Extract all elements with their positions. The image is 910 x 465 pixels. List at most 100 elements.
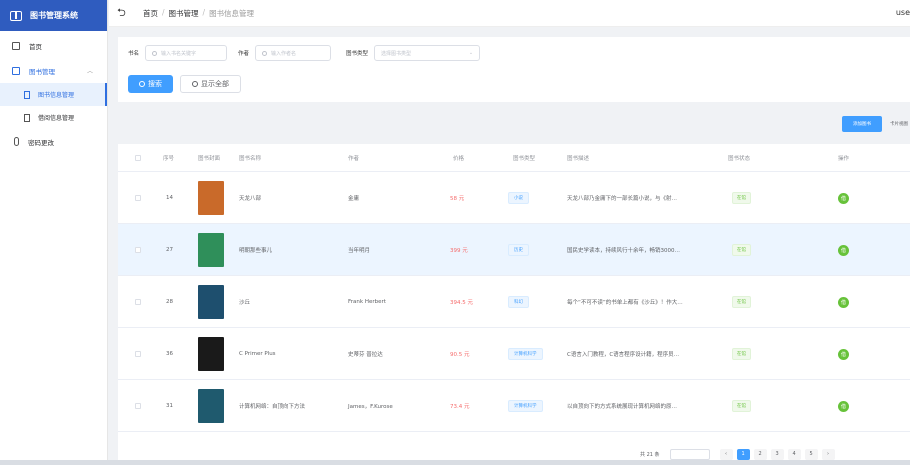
page-size-select[interactable] (669, 448, 710, 460)
col-cover: 图书封面 (198, 156, 221, 162)
table-row[interactable]: 28 沙丘 Frank Herbert 394.5 元 科幻 每个“不可不读”的书单上都有… (118, 276, 910, 328)
cell-name: 天龙八部 (239, 196, 262, 202)
prev-page-button[interactable]: ‹ (719, 448, 733, 460)
pagination-total: 共 21 条 (640, 451, 660, 458)
search-panel: 书名 输入书名关键字 作者 输入作者名 图书类型 选择图书类型 ⌄ 搜索 显示全… (118, 37, 910, 102)
sidebar-item-home[interactable]: 首页 (0, 33, 107, 58)
next-page-button[interactable]: › (821, 448, 835, 460)
cell-name: 沙丘 (239, 300, 251, 306)
author-input[interactable]: 输入作者名 (255, 45, 332, 61)
card-view-button[interactable]: 卡片视图 (886, 116, 910, 132)
cell-status: 在馆 (732, 348, 751, 360)
col-desc: 图书描述 (567, 156, 590, 162)
row-checkbox[interactable] (135, 195, 141, 201)
sidebar-item-password[interactable]: 密码更改 (0, 129, 107, 154)
row-checkbox[interactable] (135, 403, 141, 409)
table-row[interactable]: 31 计算机网络：自顶向下方法 James，F.Kurose 73.4 元 计算机科学 以… (118, 380, 910, 432)
book-name-field: 书名 输入书名关键字 (128, 45, 228, 61)
cell-author: James，F.Kurose (348, 404, 393, 410)
cell-author: 当年明月 (348, 248, 371, 254)
table-row[interactable]: 14 天龙八部 金庸 58 元 小说 天龙八部乃金庸下的一部长篇小说，与《射… 在馆 借 (118, 172, 910, 224)
grid-icon (12, 41, 20, 50)
sidebar-item-book-info[interactable]: 图书信息管理 (0, 83, 107, 106)
cell-name: 明朝那些事儿 (239, 248, 273, 254)
col-id: 序号 (163, 156, 175, 162)
search-button[interactable]: 搜索 (128, 75, 173, 93)
page-5[interactable]: 5 (804, 448, 818, 460)
cell-name: 计算机网络：自顶向下方法 (239, 404, 306, 410)
cell-price: 399 元 (450, 248, 468, 254)
search-icon (192, 81, 198, 87)
borrow-button[interactable]: 借 (838, 296, 849, 308)
table-row[interactable]: 27 明朝那些事儿 当年明月 399 元 历史 国民史学读本，持续风行十余年，畅销3000… (118, 224, 910, 276)
cell-id: 31 (166, 403, 173, 409)
document-icon (24, 90, 30, 99)
cell-id: 36 (166, 351, 173, 357)
book-type-select[interactable]: 选择图书类型 ⌄ (374, 45, 481, 61)
cell-desc: 以自顶向下的方式系统展现计算机网络的原… (567, 404, 678, 410)
breadcrumb: 首页 / 图书管理 / 图书信息管理 (143, 7, 255, 19)
edit-icon (262, 50, 268, 56)
cell-author: 金庸 (348, 196, 360, 202)
table-row[interactable]: 36 C Primer Plus 史蒂芬 普拉达 90.5 元 计算机科学 C语言入门教程… (118, 328, 910, 380)
app-brand: 图书管理系统 (0, 0, 107, 31)
page-3[interactable]: 3 (770, 448, 784, 460)
sidebar-item-book-management[interactable]: 图书管理 ︿ (0, 58, 107, 83)
page-4[interactable]: 4 (787, 448, 801, 460)
borrow-button[interactable]: 借 (838, 192, 849, 204)
add-book-button[interactable]: 添加图书 (842, 116, 882, 132)
cell-desc: 每个“不可不读”的书单上都有《沙丘》！作大… (567, 300, 683, 306)
cell-id: 27 (166, 247, 173, 253)
row-checkbox[interactable] (135, 299, 141, 305)
book-cover-image (198, 389, 224, 423)
cell-desc: 国民史学读本，持续风行十余年，畅销3000… (567, 248, 680, 254)
cell-type: 计算机科学 (508, 400, 543, 412)
cell-type: 历史 (508, 244, 529, 256)
os-taskbar (0, 460, 910, 465)
cell-status: 在馆 (732, 244, 751, 256)
cell-status: 在馆 (732, 296, 751, 308)
col-type: 图书类型 (513, 156, 536, 162)
select-all-checkbox[interactable] (135, 155, 141, 161)
col-name: 图书名称 (239, 156, 262, 162)
row-checkbox[interactable] (135, 247, 141, 253)
cell-type: 小说 (508, 192, 529, 204)
book-name-input[interactable]: 输入书名关键字 (145, 45, 228, 61)
col-status: 图书状态 (728, 156, 751, 162)
search-icon (139, 81, 145, 87)
borrow-button[interactable]: 借 (838, 348, 849, 360)
cell-desc: C语言入门教程，C语言程序设计籍，程序员… (567, 352, 680, 358)
table-header: 序号 图书封面 图书名称 作者 价格 图书类型 图书描述 图书状态 操作 (118, 144, 910, 172)
cell-price: 90.5 元 (450, 352, 470, 358)
chevron-up-icon: ︿ (86, 68, 93, 75)
book-icon (10, 10, 22, 21)
sidebar-item-borrow-info[interactable]: 借阅信息管理 (0, 106, 107, 129)
col-price: 价格 (453, 156, 465, 162)
search-icon (152, 50, 158, 56)
app-title: 图书管理系统 (30, 11, 78, 20)
breadcrumb-home[interactable]: 首页 (143, 8, 158, 19)
borrow-button[interactable]: 借 (838, 244, 849, 256)
borrow-button[interactable]: 借 (838, 400, 849, 412)
back-arrow-icon[interactable]: ⮌ (117, 4, 131, 23)
breadcrumb-book-management[interactable]: 图书管理 (169, 8, 199, 19)
book-cover-image (198, 337, 224, 371)
show-all-button[interactable]: 显示全部 (180, 75, 241, 93)
top-header: ⮌ 首页 / 图书管理 / 图书信息管理 use (109, 0, 910, 27)
cell-status: 在馆 (732, 192, 751, 204)
cell-status: 在馆 (732, 400, 751, 412)
cell-author: Frank Herbert (348, 299, 386, 305)
document-icon (24, 113, 30, 122)
books-table: 序号 图书封面 图书名称 作者 价格 图书类型 图书描述 图书状态 操作 1 4 天… (118, 144, 910, 460)
book-open-icon (12, 66, 20, 75)
row-checkbox[interactable] (135, 351, 141, 357)
cell-price: 394.5 元 (450, 300, 473, 306)
cell-type: 科幻 (508, 296, 529, 308)
cell-id: 28 (166, 299, 173, 305)
cell-type: 计算机科学 (508, 348, 543, 360)
page-1[interactable]: 1 (736, 448, 750, 460)
user-name[interactable]: use (896, 8, 910, 17)
page-2[interactable]: 2 (753, 448, 767, 460)
thermometer-icon (14, 137, 19, 146)
book-cover-image (198, 285, 224, 319)
